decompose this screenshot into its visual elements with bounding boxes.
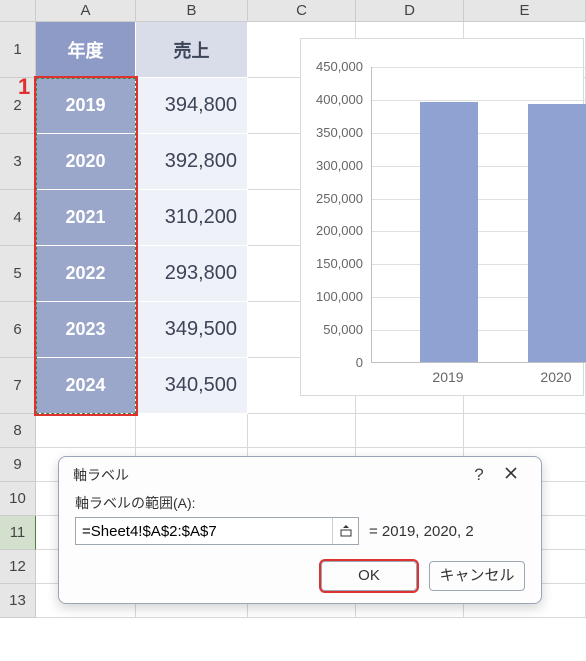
chart-xlabel: 2020	[516, 369, 586, 385]
range-picker-button[interactable]	[332, 518, 358, 544]
column-header-row: A B C D E	[0, 0, 586, 22]
row-header-13[interactable]: 13	[0, 584, 36, 618]
row-header-8[interactable]: 8	[0, 414, 36, 448]
help-button[interactable]: ?	[463, 465, 495, 485]
cell-A7[interactable]: 2024	[36, 358, 136, 414]
row-header-10[interactable]: 10	[0, 482, 36, 516]
close-icon	[504, 466, 518, 480]
chart-gridline	[372, 100, 585, 101]
cell-D8[interactable]	[356, 414, 464, 448]
chart-ytick-label: 250,000	[297, 191, 363, 206]
cell-B4[interactable]: 310,200	[136, 190, 248, 246]
row-header-1[interactable]: 1	[0, 22, 36, 78]
chart-ytick-label: 450,000	[297, 59, 363, 74]
chart-ytick-label: 100,000	[297, 289, 363, 304]
col-header-C[interactable]: C	[248, 0, 356, 21]
chart-ytick-label: 350,000	[297, 125, 363, 140]
cell-B8[interactable]	[136, 414, 248, 448]
row-header-11[interactable]: 11	[0, 516, 36, 550]
chart-ytick-label: 50,000	[297, 322, 363, 337]
row-header-6[interactable]: 6	[0, 302, 36, 358]
cell-A5[interactable]: 2022	[36, 246, 136, 302]
cell-B3[interactable]: 392,800	[136, 134, 248, 190]
chart-ytick-label: 0	[297, 355, 363, 370]
range-input-wrapper	[75, 517, 359, 545]
close-button[interactable]	[495, 465, 527, 485]
embedded-chart[interactable]: 0 50,000 100,000 150,000 200,000 250,000 300,0…	[300, 38, 584, 396]
row-header-5[interactable]: 5	[0, 246, 36, 302]
cell-B6[interactable]: 349,500	[136, 302, 248, 358]
chart-bar[interactable]	[420, 102, 478, 362]
cell-A6[interactable]: 2023	[36, 302, 136, 358]
range-input[interactable]	[76, 523, 332, 540]
col-header-D[interactable]: D	[356, 0, 464, 21]
cell-B5[interactable]: 293,800	[136, 246, 248, 302]
chart-ytick-label: 400,000	[297, 92, 363, 107]
cancel-button[interactable]: キャンセル	[429, 561, 525, 591]
col-header-A[interactable]: A	[36, 0, 136, 21]
col-header-E[interactable]: E	[464, 0, 586, 21]
chart-plot-area	[371, 67, 585, 363]
range-label: 軸ラベルの範囲(A):	[75, 493, 525, 513]
range-picker-icon	[339, 524, 353, 538]
cell-B7[interactable]: 340,500	[136, 358, 248, 414]
row-header-7[interactable]: 7	[0, 358, 36, 414]
cell-C8[interactable]	[248, 414, 356, 448]
ok-button[interactable]: OK	[321, 561, 417, 591]
cell-A4[interactable]: 2021	[36, 190, 136, 246]
row-header-12[interactable]: 12	[0, 550, 36, 584]
cell-A2[interactable]: 2019	[36, 78, 136, 134]
dialog-title: 軸ラベル	[73, 465, 129, 485]
callout-1: 1	[18, 74, 30, 100]
row-header-9[interactable]: 9	[0, 448, 36, 482]
cell-A3[interactable]: 2020	[36, 134, 136, 190]
range-preview: = 2019, 2020, 2	[369, 523, 525, 540]
chart-gridline	[372, 67, 585, 68]
cell-B2[interactable]: 394,800	[136, 78, 248, 134]
cell-B1[interactable]: 売上	[136, 22, 248, 78]
cell-A1[interactable]: 年度	[36, 22, 136, 78]
cell-A8[interactable]	[36, 414, 136, 448]
select-all-corner[interactable]	[0, 0, 36, 21]
chart-ytick-label: 300,000	[297, 158, 363, 173]
cell-E8[interactable]	[464, 414, 586, 448]
axis-label-dialog: 軸ラベル ? 軸ラベルの範囲(A): = 2019, 2020, 2 OK キャ…	[58, 456, 542, 604]
chart-ytick-label: 200,000	[297, 223, 363, 238]
row-header-3[interactable]: 3	[0, 134, 36, 190]
chart-xlabel: 2019	[408, 369, 488, 385]
chart-ytick-label: 150,000	[297, 256, 363, 271]
chart-bar[interactable]	[528, 104, 586, 362]
col-header-B[interactable]: B	[136, 0, 248, 21]
row-header-4[interactable]: 4	[0, 190, 36, 246]
